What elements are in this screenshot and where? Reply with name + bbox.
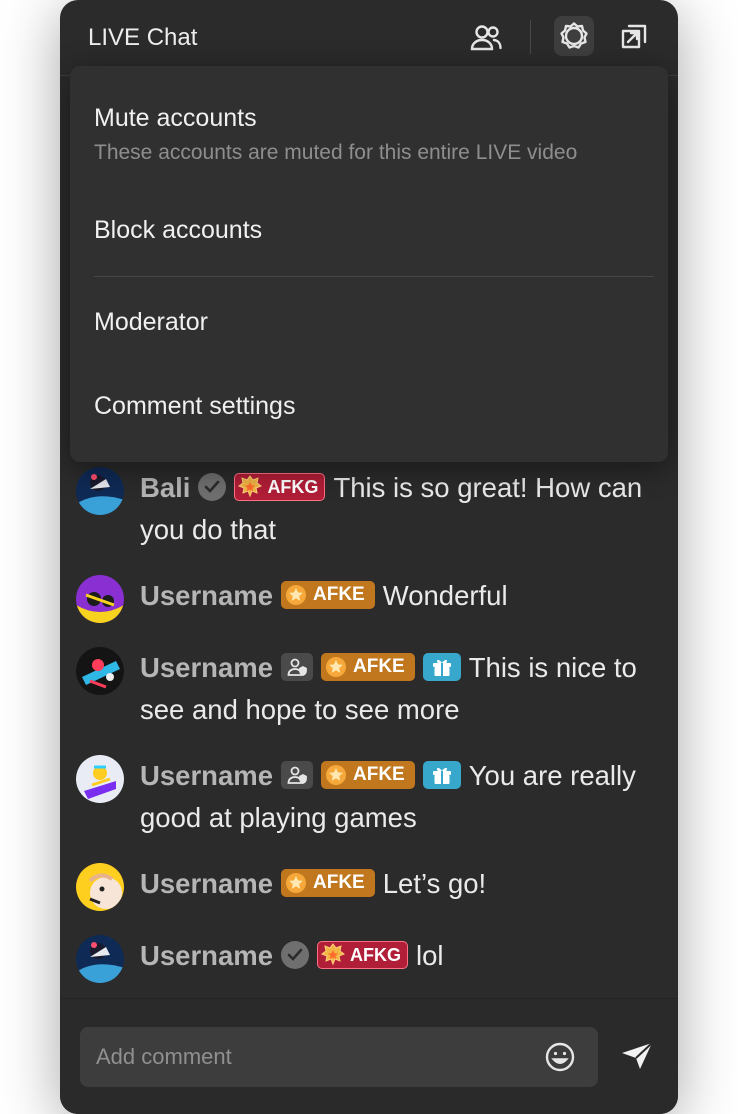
message-text: lol <box>416 940 444 971</box>
menu-item-label: Mute accounts <box>94 104 257 132</box>
avatar[interactable] <box>76 755 124 803</box>
afke-badge: AFKE <box>321 652 415 681</box>
message-content: Username AFKE This is nice to see and hope… <box>140 647 668 731</box>
comment-input-box <box>80 1027 598 1087</box>
username[interactable]: Bali <box>140 472 190 503</box>
emoji-icon[interactable] <box>544 1041 576 1073</box>
chat-title: LIVE Chat <box>88 24 198 51</box>
username[interactable]: Username <box>140 868 273 899</box>
afkg-badge-label: AFKG <box>350 944 401 965</box>
afke-badge: AFKE <box>281 580 375 609</box>
message-content: Username AFKE Let’s go! <box>140 863 668 905</box>
send-icon[interactable] <box>620 1041 656 1073</box>
afke-badge: AFKE <box>281 868 375 897</box>
menu-item-description: These accounts are muted for this entire… <box>94 141 578 164</box>
message-content: Bali AFKG This is so great! How can you do… <box>140 467 668 551</box>
menu-item-moderator[interactable]: Moderator <box>94 306 654 338</box>
afkg-badge: AFKG <box>317 940 408 969</box>
menu-item-mute-accounts[interactable]: Mute accounts These accounts are muted f… <box>94 102 654 166</box>
avatar[interactable] <box>76 935 124 983</box>
message-content: Username AFKG lol <box>140 935 668 977</box>
comment-composer <box>60 998 678 1114</box>
afkg-badge: AFKG <box>234 472 326 501</box>
username[interactable]: Username <box>140 580 273 611</box>
avatar[interactable] <box>76 647 124 695</box>
menu-item-label: Comment settings <box>94 392 296 420</box>
verified-icon <box>198 472 227 501</box>
live-chat-panel: LIVE Chat Mute accounts These accounts a… <box>60 0 678 1114</box>
avatar[interactable] <box>76 863 124 911</box>
menu-item-label: Block accounts <box>94 216 263 244</box>
message-content: Username AFKE You are really good at playi… <box>140 755 668 839</box>
settings-icon[interactable] <box>554 16 594 56</box>
chat-header: LIVE Chat <box>60 0 678 76</box>
afke-badge-label: AFKE <box>313 583 365 605</box>
afkg-badge-label: AFKG <box>267 476 319 497</box>
username[interactable]: Username <box>140 652 273 683</box>
moderator-icon <box>281 760 313 789</box>
settings-menu: Mute accounts These accounts are muted f… <box>70 66 668 462</box>
afke-badge-label: AFKE <box>353 763 405 785</box>
afke-badge-label: AFKE <box>353 655 405 677</box>
people-icon[interactable] <box>466 18 506 58</box>
afke-badge: AFKE <box>321 760 415 789</box>
popout-icon[interactable] <box>614 16 654 56</box>
moderator-icon <box>281 652 313 681</box>
message-content: Username AFKE Wonderful <box>140 575 668 617</box>
username[interactable]: Username <box>140 760 273 791</box>
verified-icon <box>281 940 309 969</box>
message-text: Wonderful <box>382 580 508 611</box>
comment-input[interactable] <box>96 1027 536 1087</box>
menu-divider <box>94 276 654 277</box>
header-separator <box>530 20 531 54</box>
menu-item-comment-settings[interactable]: Comment settings <box>94 390 654 422</box>
afke-badge-label: AFKE <box>313 871 365 893</box>
avatar[interactable] <box>76 467 124 515</box>
menu-item-block-accounts[interactable]: Block accounts <box>94 214 654 246</box>
username[interactable]: Username <box>140 940 273 971</box>
menu-item-label: Moderator <box>94 308 208 336</box>
gift-icon <box>422 652 461 681</box>
message-text: Let’s go! <box>382 868 487 899</box>
avatar[interactable] <box>76 575 124 623</box>
gift-icon <box>422 760 461 789</box>
